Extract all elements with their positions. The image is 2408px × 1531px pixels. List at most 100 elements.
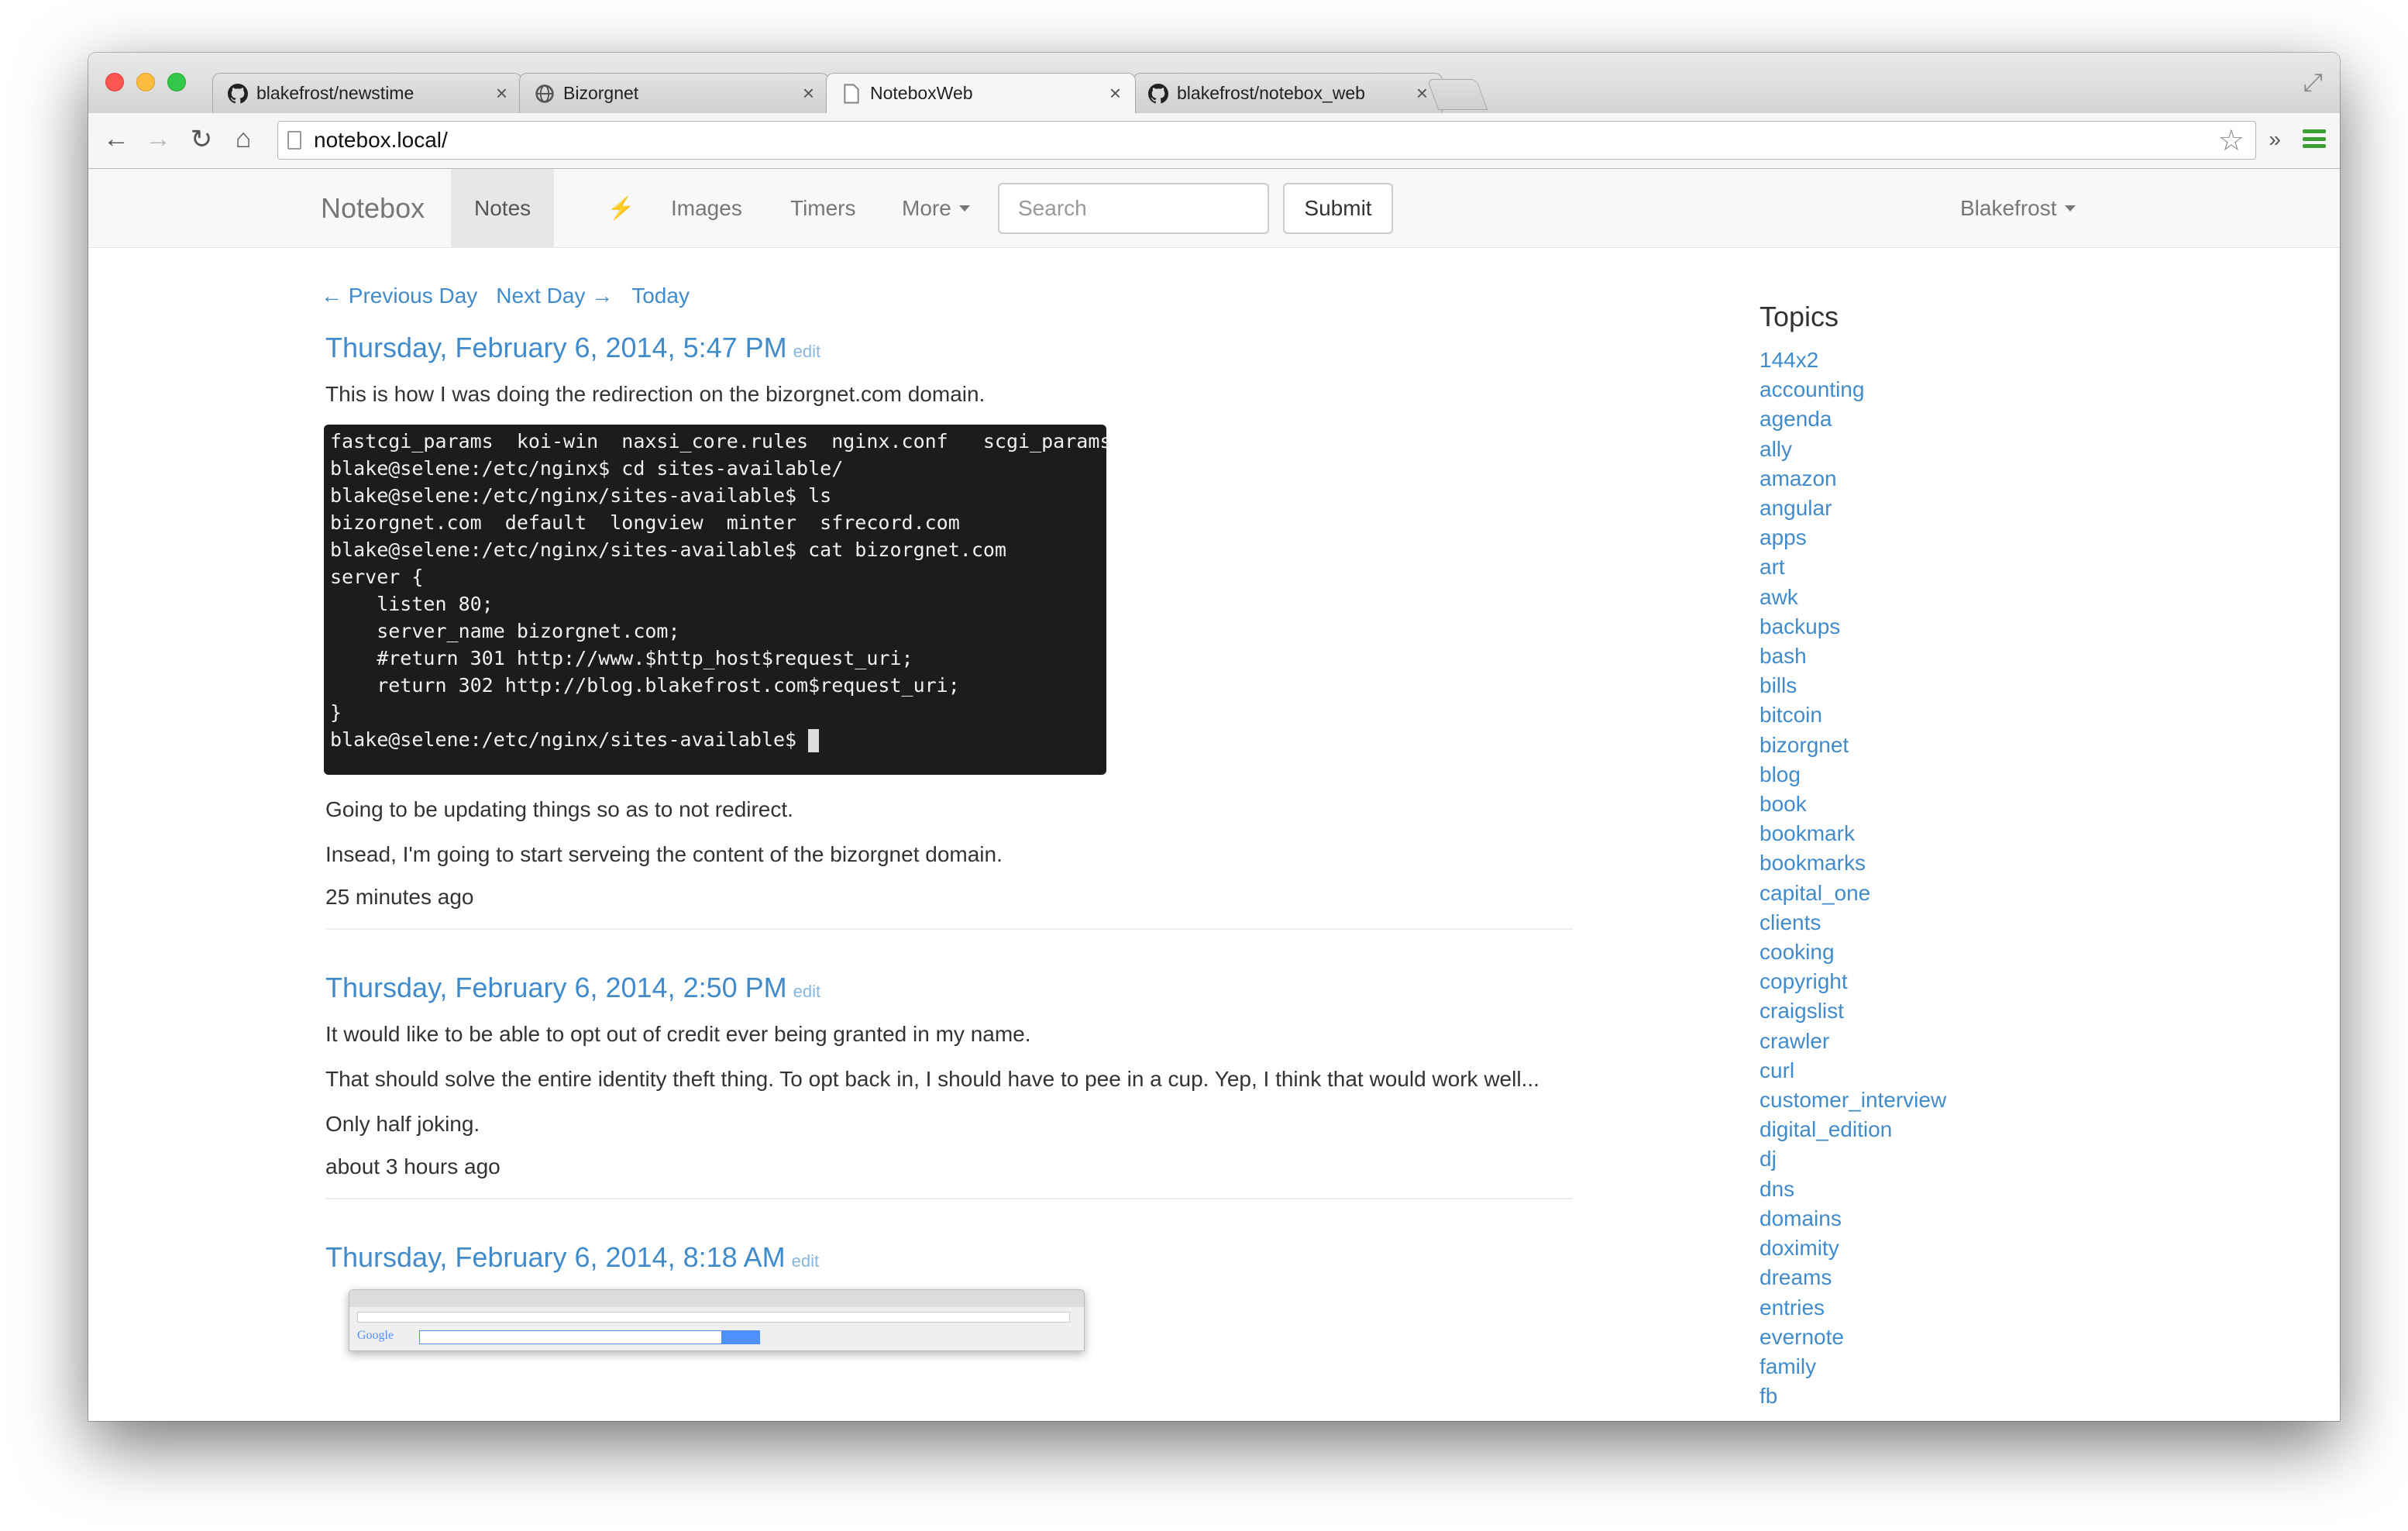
note-paragraph: Going to be updating things so as to not…	[325, 797, 793, 821]
note-timestamp: 25 minutes ago	[325, 885, 474, 909]
minimize-window-button[interactable]	[136, 73, 155, 91]
nav-more-dropdown[interactable]: More	[879, 169, 993, 247]
nav-notes[interactable]: Notes	[451, 169, 555, 247]
topic-link[interactable]: bitcoin	[1760, 700, 2069, 730]
close-icon[interactable]: ×	[1416, 81, 1428, 105]
topic-link[interactable]: crawler	[1760, 1027, 2069, 1056]
note-title-link[interactable]: Thursday, February 6, 2014, 8:18 AM	[325, 1241, 786, 1273]
topic-link[interactable]: evernote	[1760, 1323, 2069, 1352]
close-window-button[interactable]	[105, 73, 124, 91]
topic-link[interactable]: domains	[1760, 1204, 2069, 1233]
page-icon	[841, 83, 862, 105]
nav-timers[interactable]: Timers	[767, 169, 879, 247]
search-input[interactable]: Search	[998, 183, 1269, 234]
extensions-chevron-icon[interactable]: »	[2269, 127, 2281, 152]
menu-icon[interactable]	[2303, 127, 2326, 150]
edit-link[interactable]: edit	[793, 982, 820, 1001]
tab-title: blakefrost/notebox_web	[1177, 83, 1365, 103]
browser-tab[interactable]: blakefrost/newstime ×	[212, 73, 522, 113]
topic-link[interactable]: fb	[1760, 1381, 2069, 1411]
close-icon[interactable]: ×	[496, 81, 507, 105]
topic-link[interactable]: capital_one	[1760, 879, 2069, 908]
close-icon[interactable]: ×	[1109, 81, 1121, 105]
topic-link[interactable]: curl	[1760, 1056, 2069, 1085]
topic-link[interactable]: craigslist	[1760, 996, 2069, 1026]
topic-link[interactable]: dj	[1760, 1144, 2069, 1174]
caret-down-icon	[2064, 205, 2076, 212]
topic-link[interactable]: clients	[1760, 908, 2069, 938]
topic-link[interactable]: apps	[1760, 523, 2069, 552]
topic-link[interactable]: cooking	[1760, 938, 2069, 967]
nav-images[interactable]: Images	[648, 169, 765, 247]
today-link[interactable]: Today	[631, 284, 690, 308]
browser-screenshot-image: Google	[349, 1289, 1085, 1351]
browser-tab[interactable]: Bizorgnet ×	[519, 73, 829, 113]
edit-link[interactable]: edit	[792, 1251, 819, 1271]
tab-title: blakefrost/newstime	[256, 83, 415, 103]
topic-link[interactable]: angular	[1760, 494, 2069, 523]
note-paragraph: It would like to be able to opt out of c…	[325, 1022, 1031, 1046]
topics-heading: Topics	[1760, 301, 1839, 332]
topic-link[interactable]: blog	[1760, 760, 2069, 790]
browser-tab[interactable]: blakefrost/notebox_web ×	[1133, 73, 1443, 113]
url-text[interactable]: notebox.local/	[314, 128, 2218, 153]
topic-link[interactable]: accounting	[1760, 375, 2069, 404]
forward-arrow-icon[interactable]: →	[143, 124, 174, 154]
caret-down-icon	[958, 205, 970, 212]
next-day-link[interactable]: Next Day →	[496, 284, 613, 308]
note-title-link[interactable]: Thursday, February 6, 2014, 5:47 PM	[325, 332, 787, 363]
notes-list: Thursday, February 6, 2014, 5:47 PM edit …	[324, 332, 1573, 1412]
edit-link[interactable]: edit	[793, 342, 820, 361]
topic-link[interactable]: bash	[1760, 642, 2069, 671]
zoom-window-button[interactable]	[167, 73, 186, 91]
reload-icon[interactable]: ↻	[186, 124, 217, 155]
topic-link[interactable]: dns	[1760, 1175, 2069, 1204]
topic-link[interactable]: book	[1760, 790, 2069, 819]
bolt-icon[interactable]: ⚡	[584, 169, 658, 247]
topic-link[interactable]: art	[1760, 552, 2069, 582]
close-icon[interactable]: ×	[803, 81, 814, 105]
note-entry: Thursday, February 6, 2014, 2:50 PM edit …	[325, 972, 1573, 1199]
page-viewport: Notebox Notes ⚡ Images Timers More Searc…	[88, 169, 2340, 1421]
topic-link[interactable]: amazon	[1760, 464, 2069, 494]
note-timestamp: about 3 hours ago	[325, 1154, 501, 1178]
fullscreen-icon[interactable]: ⤢	[2303, 68, 2323, 98]
topic-link[interactable]: customer_interview	[1760, 1085, 2069, 1115]
topic-link[interactable]: copyright	[1760, 967, 2069, 996]
topic-link[interactable]: bookmark	[1760, 819, 2069, 848]
note-paragraph: Only half joking.	[325, 1112, 480, 1136]
note-title-link[interactable]: Thursday, February 6, 2014, 2:50 PM	[325, 972, 787, 1003]
note-paragraph: Insead, I'm going to start serveing the …	[325, 842, 1003, 866]
new-tab-button[interactable]	[1426, 79, 1488, 110]
topic-link[interactable]: agenda	[1760, 404, 2069, 434]
note-entry: Thursday, February 6, 2014, 5:47 PM edit …	[324, 332, 1573, 930]
tab-strip: blakefrost/newstime × Bizorgnet × Notebo…	[88, 53, 2340, 113]
previous-day-link[interactable]: ← Previous Day	[321, 284, 477, 308]
topic-link[interactable]: ally	[1760, 435, 2069, 464]
terminal-text: fastcgi_params koi-win naxsi_core.rules …	[330, 430, 1112, 751]
browser-tab-active[interactable]: NoteboxWeb ×	[826, 73, 1136, 113]
topic-link[interactable]: bookmarks	[1760, 848, 2069, 878]
user-dropdown[interactable]: Blakefrost	[1937, 169, 2099, 247]
github-icon	[1147, 83, 1169, 105]
topic-link[interactable]: bills	[1760, 671, 2069, 700]
topic-link[interactable]: family	[1760, 1352, 2069, 1381]
back-arrow-icon[interactable]: ←	[101, 124, 132, 154]
tab-title: Bizorgnet	[563, 83, 639, 103]
topic-link[interactable]: entries	[1760, 1293, 2069, 1323]
topic-link[interactable]: bizorgnet	[1760, 731, 2069, 760]
address-bar[interactable]: notebox.local/ ☆	[277, 121, 2256, 160]
brand-link[interactable]: Notebox	[321, 192, 425, 225]
topic-link[interactable]: doximity	[1760, 1233, 2069, 1263]
topic-link[interactable]: awk	[1760, 583, 2069, 612]
bookmark-star-icon[interactable]: ☆	[2218, 123, 2245, 158]
github-icon	[227, 83, 249, 105]
topic-link[interactable]: dreams	[1760, 1263, 2069, 1292]
home-icon[interactable]: ⌂	[228, 124, 259, 154]
submit-button[interactable]: Submit	[1283, 183, 1393, 234]
topic-link[interactable]: digital_edition	[1760, 1115, 2069, 1144]
nav-more-label: More	[902, 195, 951, 220]
day-navigation: ← Previous Day Next Day → Today	[321, 284, 690, 308]
topic-link[interactable]: backups	[1760, 612, 2069, 642]
topic-link[interactable]: 144x2	[1760, 346, 2069, 375]
